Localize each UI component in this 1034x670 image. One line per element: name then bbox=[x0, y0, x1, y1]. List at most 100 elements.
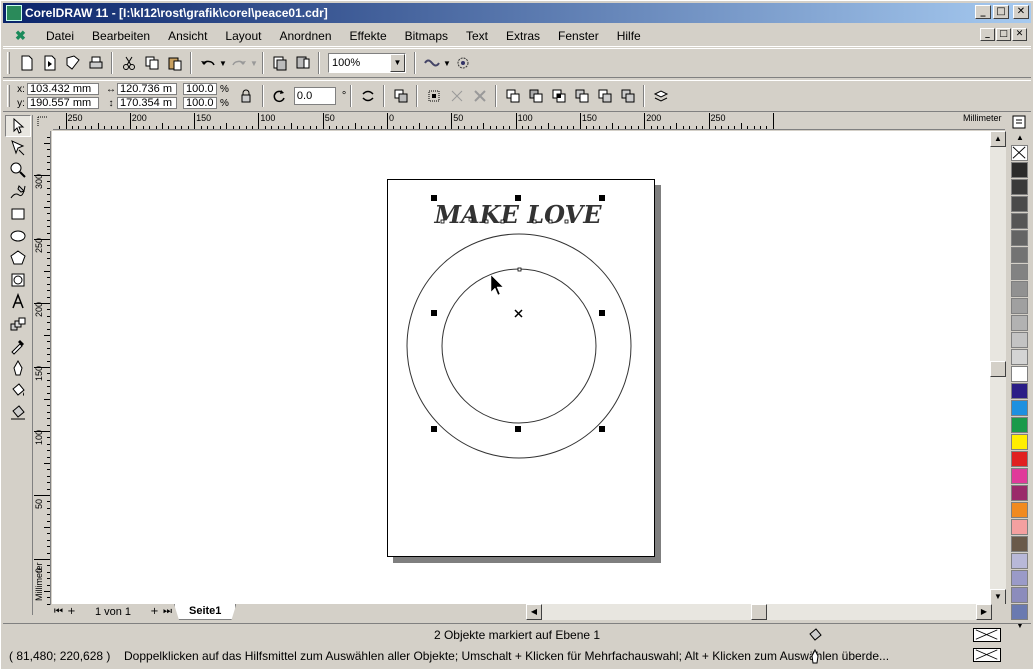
document-page[interactable]: MAKE LOVE bbox=[387, 179, 655, 557]
color-swatch[interactable] bbox=[1011, 434, 1028, 450]
scale-height-field[interactable]: 100.0 bbox=[183, 97, 217, 109]
color-swatch[interactable] bbox=[1011, 332, 1028, 348]
menu-layout[interactable]: Layout bbox=[216, 29, 270, 43]
fill-color-none-icon[interactable] bbox=[973, 628, 1001, 642]
color-swatch[interactable] bbox=[1011, 213, 1028, 229]
back-minus-front-icon[interactable] bbox=[617, 85, 639, 107]
lock-ratio-icon[interactable] bbox=[235, 85, 257, 107]
fill-tool-icon[interactable] bbox=[5, 379, 31, 401]
freehand-tool-icon[interactable] bbox=[5, 181, 31, 203]
basic-shapes-tool-icon[interactable] bbox=[5, 269, 31, 291]
scale-width-field[interactable]: 100.0 bbox=[183, 83, 217, 95]
doc-restore-button[interactable]: □ bbox=[996, 28, 1011, 41]
first-page-button[interactable]: ⏮ bbox=[52, 605, 65, 619]
color-swatch[interactable] bbox=[1011, 417, 1028, 433]
add-page-after-button[interactable]: + bbox=[148, 605, 161, 619]
menu-bitmaps[interactable]: Bitmaps bbox=[396, 29, 457, 43]
import-icon[interactable] bbox=[269, 52, 291, 74]
trim-icon[interactable] bbox=[525, 85, 547, 107]
scroll-left-button[interactable]: ◀ bbox=[526, 604, 542, 620]
doc-minimize-button[interactable]: _ bbox=[980, 28, 995, 41]
weld-icon[interactable] bbox=[502, 85, 524, 107]
inner-circle[interactable] bbox=[441, 268, 597, 424]
rotation-angle-field[interactable]: 0.0 bbox=[293, 87, 336, 105]
color-swatch[interactable] bbox=[1011, 570, 1028, 586]
title-bar[interactable]: CorelDRAW 11 - [I:\kl12\rost\grafik\core… bbox=[3, 3, 1031, 23]
color-swatch[interactable] bbox=[1011, 553, 1028, 569]
outline-indicator-icon[interactable] bbox=[807, 648, 823, 667]
scroll-down-button[interactable]: ▼ bbox=[990, 589, 1006, 605]
color-swatch[interactable] bbox=[1011, 536, 1028, 552]
combine-icon[interactable] bbox=[423, 85, 445, 107]
color-swatch[interactable] bbox=[1011, 281, 1028, 297]
menu-fenster[interactable]: Fenster bbox=[549, 29, 608, 43]
zoom-tool-icon[interactable] bbox=[5, 159, 31, 181]
zoom-level-select[interactable]: 100% ▼ bbox=[328, 53, 406, 73]
redo-dropdown-icon[interactable]: ▼ bbox=[250, 59, 258, 68]
save-icon[interactable] bbox=[62, 52, 84, 74]
convert-curves-icon[interactable] bbox=[469, 85, 491, 107]
scroll-up-button[interactable]: ▲ bbox=[990, 131, 1006, 147]
color-swatch[interactable] bbox=[1011, 179, 1028, 195]
shape-tool-icon[interactable] bbox=[5, 137, 31, 159]
x-position-field[interactable]: 103.432 mm bbox=[27, 83, 99, 95]
menu-extras[interactable]: Extras bbox=[497, 29, 549, 43]
color-swatch[interactable] bbox=[1011, 519, 1028, 535]
undo-dropdown-icon[interactable]: ▼ bbox=[219, 59, 227, 68]
intersect-icon[interactable] bbox=[548, 85, 570, 107]
front-minus-back-icon[interactable] bbox=[594, 85, 616, 107]
last-page-button[interactable]: ⏭ bbox=[161, 605, 174, 619]
horizontal-scroll-thumb[interactable] bbox=[751, 604, 767, 620]
group-icon[interactable] bbox=[390, 85, 412, 107]
drawing-canvas[interactable]: MAKE LOVE bbox=[52, 131, 990, 605]
color-swatch[interactable] bbox=[1011, 468, 1028, 484]
palette-options-icon[interactable] bbox=[1011, 115, 1029, 129]
color-swatch[interactable] bbox=[1011, 604, 1028, 620]
menu-anordnen[interactable]: Anordnen bbox=[270, 29, 340, 43]
horizontal-scrollbar[interactable]: ◀ ▶ bbox=[526, 604, 992, 620]
color-swatch[interactable] bbox=[1011, 264, 1028, 280]
paste-icon[interactable] bbox=[164, 52, 186, 74]
menu-effekte[interactable]: Effekte bbox=[341, 29, 396, 43]
add-page-before-button[interactable]: + bbox=[65, 605, 78, 619]
polygon-tool-icon[interactable] bbox=[5, 247, 31, 269]
ruler-origin-icon[interactable] bbox=[34, 113, 51, 130]
palette-scroll-up-icon[interactable]: ▲ bbox=[1011, 133, 1029, 145]
fill-indicator-icon[interactable] bbox=[807, 626, 823, 645]
ellipse-tool-icon[interactable] bbox=[5, 225, 31, 247]
coreldraw-app-icon[interactable] bbox=[6, 5, 22, 21]
color-swatch[interactable] bbox=[1011, 298, 1028, 314]
redo-icon[interactable] bbox=[228, 52, 250, 74]
outline-tool-icon[interactable] bbox=[5, 357, 31, 379]
toolbar-grip[interactable] bbox=[7, 52, 10, 74]
propbar-grip[interactable] bbox=[7, 85, 10, 107]
menu-hilfe[interactable]: Hilfe bbox=[608, 29, 650, 43]
text-tool-icon[interactable] bbox=[5, 291, 31, 313]
rotation-center-icon[interactable] bbox=[514, 309, 523, 318]
color-swatch[interactable] bbox=[1011, 383, 1028, 399]
close-button[interactable]: ✕ bbox=[1013, 5, 1029, 19]
color-swatch[interactable] bbox=[1011, 349, 1028, 365]
headline-text[interactable]: MAKE LOVE bbox=[434, 200, 603, 229]
cut-icon[interactable] bbox=[118, 52, 140, 74]
color-swatch[interactable] bbox=[1011, 400, 1028, 416]
interactive-fill-tool-icon[interactable] bbox=[5, 401, 31, 423]
page-tab-seite1[interactable]: Seite1 bbox=[174, 604, 237, 620]
launcher-dropdown-icon[interactable]: ▼ bbox=[443, 59, 451, 68]
color-swatch[interactable] bbox=[1011, 196, 1028, 212]
vertical-ruler[interactable]: 300 250 200 150 100 50 0 Millimeter bbox=[34, 131, 51, 605]
color-swatch[interactable] bbox=[1011, 366, 1028, 382]
copy-icon[interactable] bbox=[141, 52, 163, 74]
color-swatch[interactable] bbox=[1011, 485, 1028, 501]
application-launcher-icon[interactable] bbox=[421, 52, 443, 74]
new-icon[interactable] bbox=[16, 52, 38, 74]
vertical-scroll-thumb[interactable] bbox=[990, 361, 1006, 377]
height-field[interactable]: 170.354 m bbox=[117, 97, 177, 109]
color-swatch[interactable] bbox=[1011, 451, 1028, 467]
menu-bearbeiten[interactable]: Bearbeiten bbox=[83, 29, 159, 43]
mirror-icon[interactable] bbox=[357, 85, 379, 107]
undo-icon[interactable] bbox=[197, 52, 219, 74]
document-menu-icon[interactable]: ✖ bbox=[15, 28, 29, 43]
create-boundary-icon[interactable] bbox=[650, 85, 672, 107]
break-apart-icon[interactable] bbox=[446, 85, 468, 107]
